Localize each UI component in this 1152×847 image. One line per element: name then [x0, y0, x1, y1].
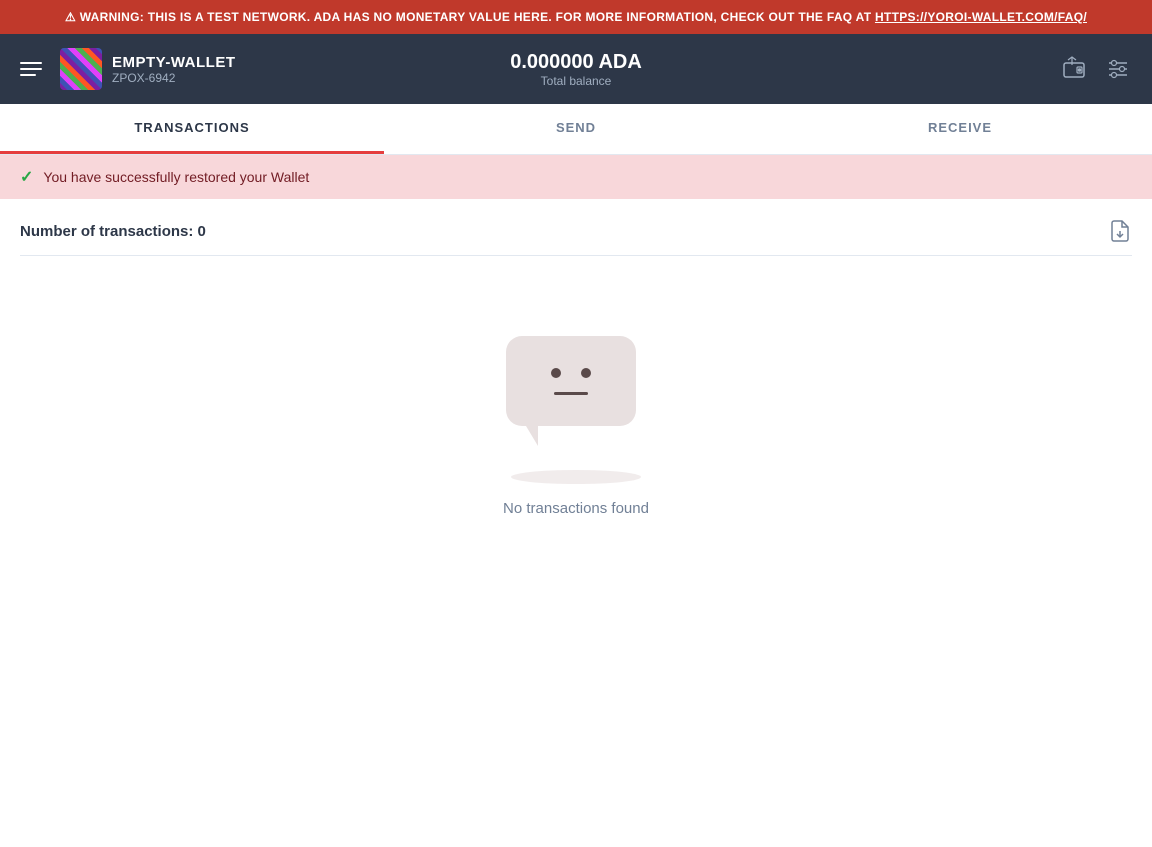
- tab-receive[interactable]: RECEIVE: [768, 104, 1152, 154]
- tx-count-row: Number of transactions: 0: [20, 219, 1132, 256]
- export-icon[interactable]: [1108, 219, 1132, 243]
- balance-label: Total balance: [541, 74, 612, 88]
- success-banner: ✓ You have successfully restored your Wa…: [0, 155, 1152, 199]
- content-area: Number of transactions: 0 No transaction…: [0, 199, 1152, 617]
- wallet-name: EMPTY-WALLET: [112, 54, 236, 71]
- menu-icon[interactable]: [20, 62, 42, 76]
- success-message: You have successfully restored your Wall…: [43, 169, 309, 185]
- bubble-eye-right: [581, 368, 591, 378]
- tx-count-text: Number of transactions: 0: [20, 223, 206, 240]
- wallet-id: ZPOX-6942: [112, 71, 236, 85]
- empty-illustration: [506, 336, 646, 426]
- wallet-avatar: [60, 48, 102, 90]
- shadow-ellipse: [511, 470, 641, 484]
- bubble-mouth: [554, 392, 588, 395]
- empty-state: No transactions found: [20, 256, 1132, 597]
- warning-bar: ⚠ WARNING: THIS IS A TEST NETWORK. ADA H…: [0, 0, 1152, 34]
- bubble-eyes: [551, 368, 591, 378]
- warning-icon: ⚠: [65, 10, 80, 24]
- tab-send[interactable]: SEND: [384, 104, 768, 154]
- speech-bubble: [506, 336, 636, 426]
- header-right: [1060, 55, 1132, 83]
- tx-count-number: 0: [198, 223, 206, 240]
- warning-link[interactable]: HTTPS://YOROI-WALLET.COM/FAQ/: [875, 10, 1087, 24]
- settings-icon[interactable]: [1104, 55, 1132, 83]
- header: EMPTY-WALLET ZPOX-6942 0.000000 ADA Tota…: [0, 34, 1152, 104]
- nav-tabs: TRANSACTIONS SEND RECEIVE: [0, 104, 1152, 155]
- header-center: 0.000000 ADA Total balance: [510, 51, 642, 88]
- check-icon: ✓: [20, 167, 33, 187]
- balance-amount: 0.000000 ADA: [510, 51, 642, 74]
- wallet-info: EMPTY-WALLET ZPOX-6942: [112, 54, 236, 85]
- tab-transactions[interactable]: TRANSACTIONS: [0, 104, 384, 154]
- no-transactions-text: No transactions found: [503, 500, 649, 517]
- wallet-receive-icon[interactable]: [1060, 55, 1088, 83]
- warning-text: WARNING: THIS IS A TEST NETWORK. ADA HAS…: [80, 10, 875, 24]
- bubble-eye-left: [551, 368, 561, 378]
